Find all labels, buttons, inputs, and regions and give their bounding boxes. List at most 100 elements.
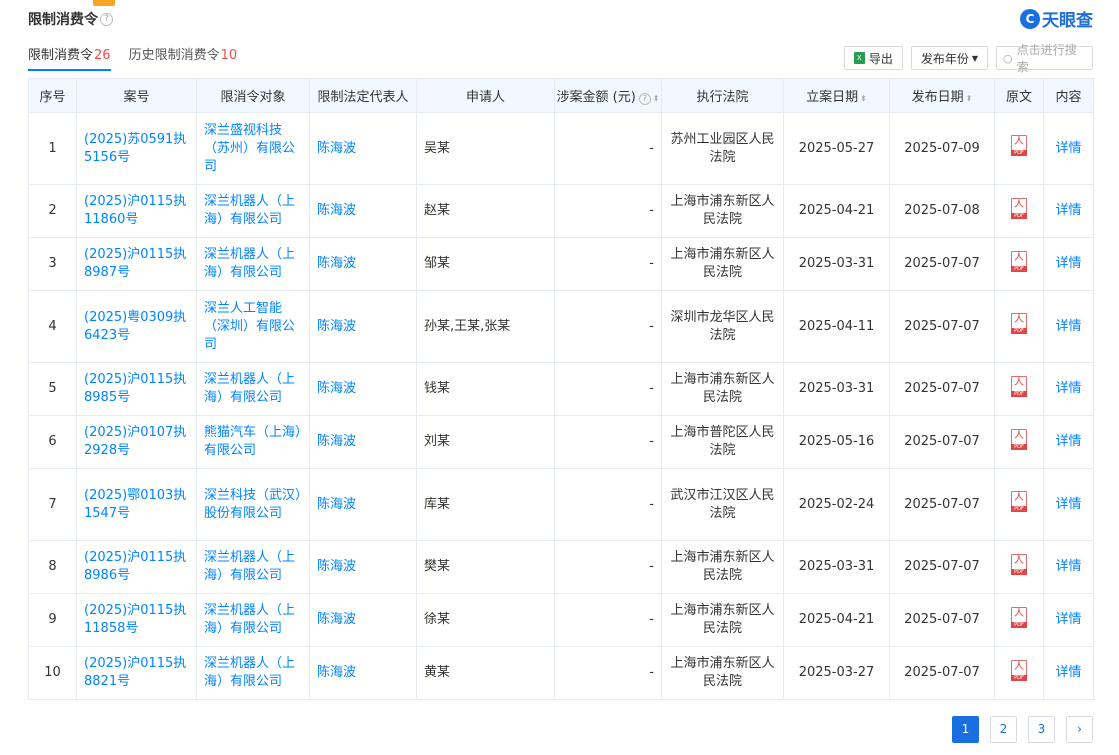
col-header-target: 限消令对象: [196, 78, 310, 113]
page-button-2[interactable]: 2: [990, 716, 1017, 743]
sort-icon[interactable]: ⬍: [860, 94, 867, 103]
pdf-icon[interactable]: 人 PDF: [1011, 428, 1027, 450]
pdf-icon[interactable]: 人 PDF: [1011, 553, 1027, 575]
col-header-publish-date-label: 发布日期: [911, 90, 964, 105]
case-number-link[interactable]: (2025)沪0115执11858号: [76, 593, 197, 647]
pdf-icon[interactable]: 人 PDF: [1011, 606, 1027, 628]
cell-original: 人 PDF: [994, 468, 1044, 541]
cell-publish-date: 2025-07-07: [889, 646, 995, 700]
legal-rep-link[interactable]: 陈海波: [309, 646, 417, 700]
help-icon[interactable]: ?: [638, 93, 651, 105]
detail-link[interactable]: 详情: [1043, 593, 1094, 647]
cell-amount: -: [554, 646, 662, 700]
detail-link[interactable]: 详情: [1043, 237, 1094, 291]
pdf-icon[interactable]: 人 PDF: [1011, 313, 1027, 334]
cell-court: 上海市普陀区人民法院: [661, 415, 784, 469]
case-number-link[interactable]: (2025)沪0115执11860号: [76, 184, 197, 238]
pdf-icon[interactable]: 人 PDF: [1011, 659, 1027, 681]
case-number-link[interactable]: (2025)鄂0103执1547号: [76, 468, 197, 541]
tab-history-restriction-orders[interactable]: 历史限制消费令10: [129, 44, 238, 71]
detail-link[interactable]: 详情: [1043, 646, 1094, 700]
cell-original: 人 PDF: [994, 237, 1044, 291]
legal-rep-link[interactable]: 陈海波: [309, 415, 417, 469]
export-button[interactable]: X 导出: [843, 46, 903, 70]
sort-icon[interactable]: ⬍: [966, 94, 973, 103]
cell-filing-date: 2025-04-11: [783, 290, 890, 363]
target-company-link[interactable]: 熊猫汽车（上海）有限公司: [196, 415, 310, 469]
tab-bar: 限制消费令26 历史限制消费令10: [28, 44, 237, 71]
cell-index: 1: [28, 112, 77, 185]
case-number-link[interactable]: (2025)粤0309执6423号: [76, 290, 197, 363]
page-button-1[interactable]: 1: [952, 716, 979, 743]
cell-court: 武汉市江汉区人民法院: [661, 468, 784, 541]
legal-rep-link[interactable]: 陈海波: [309, 540, 417, 594]
table-row: 10 (2025)沪0115执8821号 深兰机器人（上海）有限公司 陈海波 黄某 - 上海…: [28, 646, 1094, 700]
legal-rep-link[interactable]: 陈海波: [309, 593, 417, 647]
table-row: 6 (2025)沪0107执2928号 熊猫汽车（上海）有限公司 陈海波 刘某 - 上海市普…: [28, 415, 1094, 469]
target-company-link[interactable]: 深兰科技（武汉）股份有限公司: [196, 468, 310, 541]
target-company-link[interactable]: 深兰人工智能（深圳）有限公司: [196, 290, 310, 363]
pdf-icon[interactable]: 人 PDF: [1011, 375, 1027, 397]
pdf-icon[interactable]: 人 PDF: [1011, 250, 1027, 272]
col-header-filing-date[interactable]: 立案日期 ⬍: [783, 78, 890, 113]
case-number-link[interactable]: (2025)沪0115执8985号: [76, 362, 197, 416]
cell-original: 人 PDF: [994, 540, 1044, 594]
cell-court: 上海市浦东新区人民法院: [661, 540, 784, 594]
col-header-amount[interactable]: 涉案金额 (元)? ⬍: [554, 78, 662, 113]
col-header-content: 内容: [1043, 78, 1094, 113]
detail-link[interactable]: 详情: [1043, 112, 1094, 185]
table-row: 9 (2025)沪0115执11858号 深兰机器人（上海）有限公司 陈海波 徐某 - 上海…: [28, 593, 1094, 647]
table-row: 4 (2025)粤0309执6423号 深兰人工智能（深圳）有限公司 陈海波 孙某,王某…: [28, 290, 1094, 363]
col-header-publish-date[interactable]: 发布日期 ⬍: [889, 78, 995, 113]
cell-index: 6: [28, 415, 77, 469]
pdf-icon[interactable]: 人 PDF: [1011, 197, 1027, 219]
detail-link[interactable]: 详情: [1043, 184, 1094, 238]
target-company-link[interactable]: 深兰盛视科技（苏州）有限公司: [196, 112, 310, 185]
case-number-link[interactable]: (2025)沪0115执8821号: [76, 646, 197, 700]
legal-rep-link[interactable]: 陈海波: [309, 184, 417, 238]
cell-amount: -: [554, 415, 662, 469]
target-company-link[interactable]: 深兰机器人（上海）有限公司: [196, 593, 310, 647]
page-title: 限制消费令: [28, 12, 98, 28]
cell-applicant: 黄某: [416, 646, 555, 700]
table-row: 7 (2025)鄂0103执1547号 深兰科技（武汉）股份有限公司 陈海波 库某 - 武汉…: [28, 468, 1094, 541]
cell-filing-date: 2025-04-21: [783, 593, 890, 647]
cell-index: 8: [28, 540, 77, 594]
detail-link[interactable]: 详情: [1043, 415, 1094, 469]
case-number-link[interactable]: (2025)沪0107执2928号: [76, 415, 197, 469]
legal-rep-link[interactable]: 陈海波: [309, 290, 417, 363]
target-company-link[interactable]: 深兰机器人（上海）有限公司: [196, 184, 310, 238]
target-company-link[interactable]: 深兰机器人（上海）有限公司: [196, 237, 310, 291]
case-number-link[interactable]: (2025)沪0115执8987号: [76, 237, 197, 291]
target-company-link[interactable]: 深兰机器人（上海）有限公司: [196, 362, 310, 416]
legal-rep-link[interactable]: 陈海波: [309, 468, 417, 541]
help-icon[interactable]: ?: [100, 12, 113, 26]
caret-down-icon: ▼: [971, 53, 978, 63]
pdf-icon[interactable]: 人 PDF: [1011, 491, 1027, 512]
cell-court: 上海市浦东新区人民法院: [661, 593, 784, 647]
pdf-icon[interactable]: 人 PDF: [1011, 135, 1027, 156]
case-number-link[interactable]: (2025)沪0115执8986号: [76, 540, 197, 594]
case-number-link[interactable]: (2025)苏0591执5156号: [76, 112, 197, 185]
page-button-3[interactable]: 3: [1028, 716, 1055, 743]
cell-applicant: 徐某: [416, 593, 555, 647]
col-header-court: 执行法院: [661, 78, 784, 113]
detail-link[interactable]: 详情: [1043, 290, 1094, 363]
cell-court: 上海市浦东新区人民法院: [661, 184, 784, 238]
tab-label: 限制消费令: [28, 48, 94, 63]
chevron-right-icon[interactable]: ›: [1066, 716, 1093, 743]
tab-restriction-orders[interactable]: 限制消费令26: [28, 44, 111, 71]
detail-link[interactable]: 详情: [1043, 362, 1094, 416]
publish-year-dropdown[interactable]: 发布年份 ▼: [910, 46, 988, 70]
detail-link[interactable]: 详情: [1043, 468, 1094, 541]
legal-rep-link[interactable]: 陈海波: [309, 362, 417, 416]
search-input[interactable]: ○ 点击进行搜索: [996, 43, 1093, 74]
target-company-link[interactable]: 深兰机器人（上海）有限公司: [196, 540, 310, 594]
sort-icon[interactable]: ⬍: [653, 94, 660, 103]
cell-filing-date: 2025-03-31: [783, 237, 890, 291]
target-company-link[interactable]: 深兰机器人（上海）有限公司: [196, 646, 310, 700]
detail-link[interactable]: 详情: [1043, 540, 1094, 594]
export-label: 导出: [868, 51, 893, 66]
legal-rep-link[interactable]: 陈海波: [309, 112, 417, 185]
legal-rep-link[interactable]: 陈海波: [309, 237, 417, 291]
